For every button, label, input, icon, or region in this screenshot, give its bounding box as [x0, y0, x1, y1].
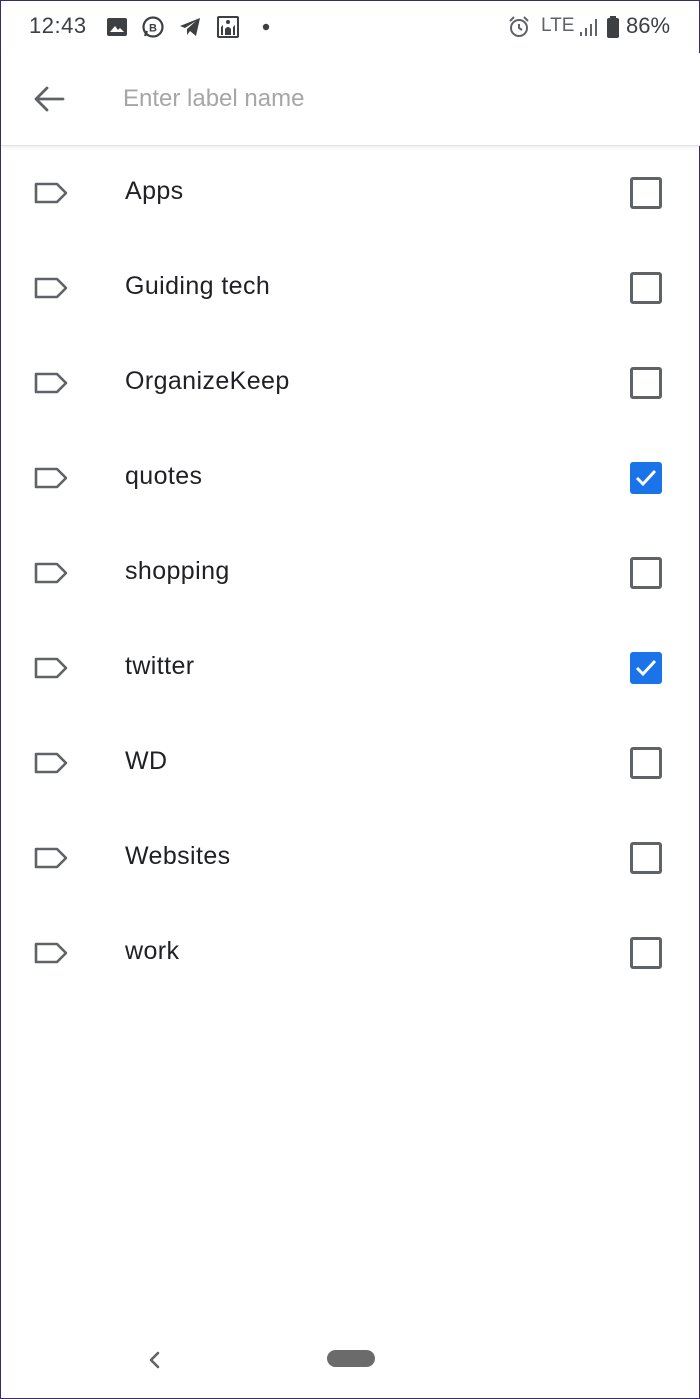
label-checkbox[interactable]: [630, 937, 662, 969]
status-time: 12:43: [29, 13, 87, 38]
label-toolbar: [1, 53, 700, 146]
label-checkbox[interactable]: [630, 367, 662, 399]
label-checkbox[interactable]: [630, 462, 662, 494]
label-checkbox[interactable]: [630, 557, 662, 589]
label-checkbox[interactable]: [630, 652, 662, 684]
label-row-quotes[interactable]: quotes: [1, 432, 700, 527]
screen-frame: 12:43 B LTE 86% Enter label name Apps Gu…: [0, 0, 700, 1399]
label-tag-icon: [34, 467, 68, 489]
arrow-back-icon: [34, 86, 65, 112]
label-tag-icon: [34, 277, 68, 299]
label-row-shopping[interactable]: shopping: [1, 527, 700, 622]
label-name: twitter: [125, 652, 195, 680]
label-name: Guiding tech: [125, 272, 271, 300]
label-tag-icon: [34, 182, 68, 204]
system-nav-bar: [1, 1321, 700, 1399]
svg-text:B: B: [149, 23, 157, 35]
label-checkbox[interactable]: [630, 272, 662, 304]
label-tag-icon: [34, 562, 68, 584]
label-row-twitter[interactable]: twitter: [1, 622, 700, 717]
label-checkbox[interactable]: [630, 842, 662, 874]
network-type: LTE: [541, 15, 575, 36]
nav-back-icon[interactable]: [141, 1345, 167, 1375]
label-row-websites[interactable]: Websites: [1, 812, 700, 907]
checkmark-icon: [635, 659, 657, 677]
label-row-work[interactable]: work: [1, 907, 700, 1002]
label-row-organizekeep[interactable]: OrganizeKeep: [1, 337, 700, 432]
telegram-icon: [180, 18, 200, 36]
back-button[interactable]: [23, 75, 75, 123]
nav-home-pill[interactable]: [327, 1350, 375, 1367]
label-name: shopping: [125, 557, 230, 585]
checkmark-icon: [635, 469, 657, 487]
label-tag-icon: [34, 657, 68, 679]
label-list: Apps Guiding tech OrganizeKeep quotes sh…: [1, 147, 700, 1002]
label-tag-icon: [34, 752, 68, 774]
battery-icon: [607, 16, 619, 38]
label-name-input[interactable]: [123, 77, 663, 121]
label-name: Apps: [125, 177, 184, 205]
battery-percentage: 86%: [626, 13, 671, 38]
label-name: quotes: [125, 462, 203, 490]
label-name: work: [125, 937, 180, 965]
label-tag-icon: [34, 847, 68, 869]
label-checkbox[interactable]: [630, 177, 662, 209]
status-bar: 12:43 B LTE 86%: [1, 1, 700, 53]
label-checkbox[interactable]: [630, 747, 662, 779]
label-row-apps[interactable]: Apps: [1, 147, 700, 242]
label-tag-icon: [34, 372, 68, 394]
label-name: WD: [125, 747, 168, 775]
label-name: Websites: [125, 842, 231, 870]
label-row-guiding-tech[interactable]: Guiding tech: [1, 242, 700, 337]
label-row-wd[interactable]: WD: [1, 717, 700, 812]
whatsapp-business-icon: B: [142, 16, 164, 38]
notification-dot-icon: [262, 23, 270, 31]
alarm-icon: [509, 16, 529, 37]
mosque-app-icon: [217, 16, 239, 38]
label-name: OrganizeKeep: [125, 367, 290, 395]
gallery-icon: [107, 18, 127, 36]
label-tag-icon: [34, 942, 68, 964]
signal-icon: [580, 19, 597, 36]
